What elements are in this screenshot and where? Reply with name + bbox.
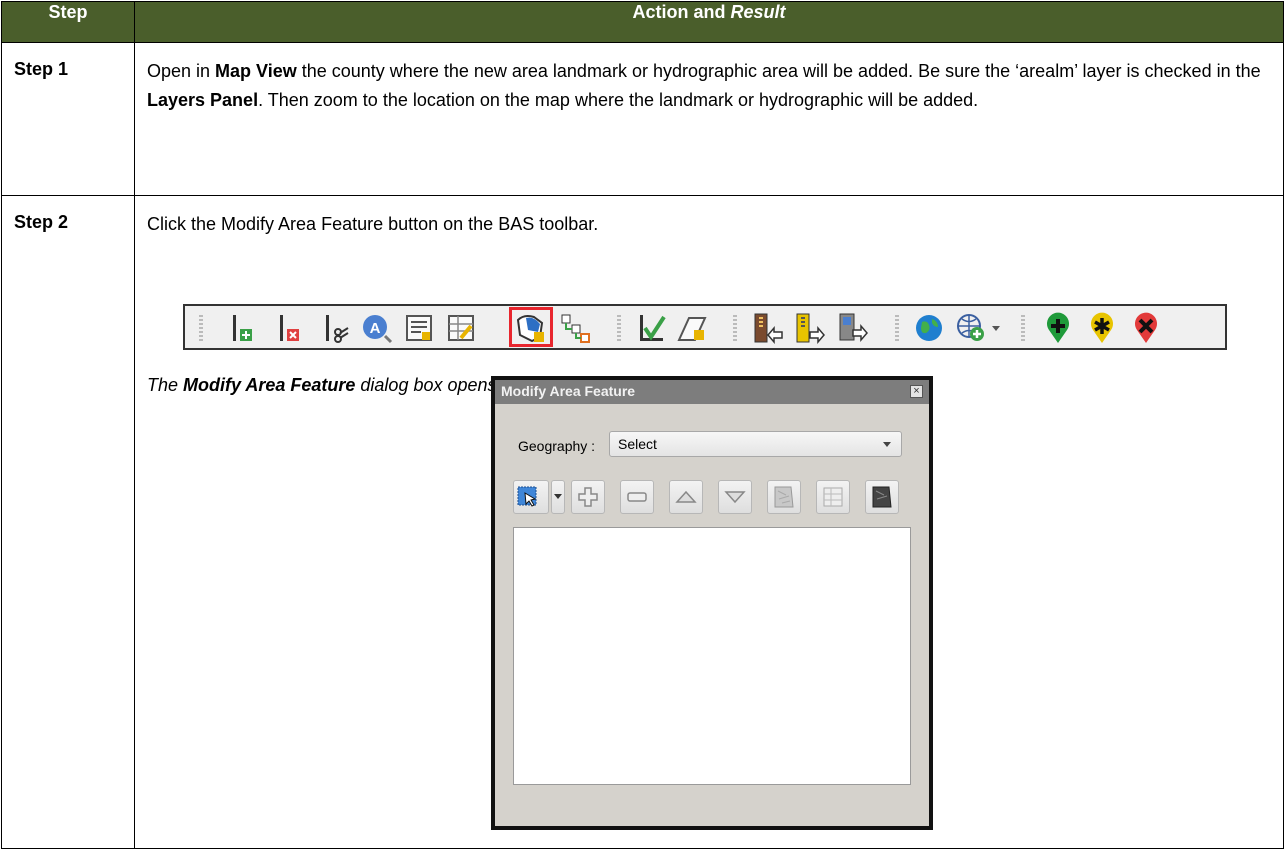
modify-area-feature-dialog: Modify Area Feature × Geography : Select <box>491 376 933 830</box>
select-tool-dropdown[interactable] <box>551 480 565 514</box>
move-up-icon <box>675 490 697 503</box>
table-view-button[interactable] <box>816 480 850 514</box>
add-web-layer-icon[interactable] <box>955 312 987 344</box>
map-view-icon <box>774 486 794 508</box>
toolbar-grip[interactable] <box>733 315 737 341</box>
add-icon <box>578 487 598 507</box>
add-line-icon[interactable] <box>225 312 257 344</box>
instruction-text: . Then zoom to the location on the map w… <box>258 90 979 110</box>
edit-table-icon[interactable] <box>445 312 477 344</box>
globe-icon[interactable] <box>913 312 945 344</box>
toolbar-grip[interactable] <box>617 315 621 341</box>
add-button[interactable] <box>571 480 605 514</box>
chevron-down-icon <box>883 442 891 447</box>
select-tool-icon <box>517 486 537 507</box>
split-line-icon[interactable] <box>318 312 350 344</box>
table-row: Step 1 Open in Map View the county where… <box>1 42 1284 196</box>
bas-toolbar: A <box>183 304 1227 350</box>
table-view-icon <box>823 487 843 507</box>
new-area-icon[interactable] <box>676 312 708 344</box>
topology-icon[interactable] <box>559 312 591 344</box>
action-column-header: Action and Result <box>134 1 1284 43</box>
instruction-text: the county where the new area landmark o… <box>296 61 1261 81</box>
export-icon[interactable] <box>752 312 784 344</box>
dark-map-button[interactable] <box>865 480 899 514</box>
import-icon[interactable] <box>794 312 826 344</box>
validate-icon[interactable] <box>635 312 667 344</box>
highlight-box <box>509 307 553 347</box>
map-export-icon[interactable] <box>837 312 869 344</box>
select-tool-button[interactable] <box>513 480 549 514</box>
add-point-marker-icon[interactable] <box>1042 312 1074 344</box>
map-view-button[interactable] <box>767 480 801 514</box>
move-down-button[interactable] <box>718 480 752 514</box>
dialog-titlebar[interactable]: Modify Area Feature × <box>495 380 929 404</box>
dark-map-icon <box>872 486 892 508</box>
dialog-title: Modify Area Feature <box>501 383 636 399</box>
star-marker-icon[interactable] <box>1086 312 1118 344</box>
move-up-button[interactable] <box>669 480 703 514</box>
step-column-header: Step <box>1 1 135 43</box>
label-search-icon[interactable]: A <box>361 312 393 344</box>
step-label: Step 2 <box>1 195 135 849</box>
chevron-down-icon <box>554 494 562 499</box>
ui-term: Map View <box>215 61 297 81</box>
feature-list[interactable] <box>513 527 911 785</box>
remove-icon <box>627 492 647 502</box>
ui-term: Layers Panel <box>147 90 259 110</box>
toolbar-grip[interactable] <box>199 315 203 341</box>
step-1-instruction: Open in Map View the county where the ne… <box>134 42 1284 196</box>
toolbar-grip[interactable] <box>1021 315 1025 341</box>
toolbar-grip[interactable] <box>895 315 899 341</box>
chevron-down-icon[interactable] <box>991 325 1001 333</box>
geography-label: Geography : <box>518 438 596 454</box>
result-note: The Modify Area Feature dialog box opens… <box>147 375 502 395</box>
move-down-icon <box>724 491 746 504</box>
delete-line-icon[interactable] <box>272 312 304 344</box>
table-header-row: Step Action and Result <box>1 1 1284 43</box>
delete-marker-icon[interactable] <box>1130 312 1162 344</box>
remove-button[interactable] <box>620 480 654 514</box>
instruction-text: Open in <box>147 61 216 81</box>
attribute-form-icon[interactable] <box>403 312 435 344</box>
step-label: Step 1 <box>1 42 135 196</box>
close-icon[interactable]: × <box>910 385 923 398</box>
geography-select[interactable]: Select <box>609 431 902 457</box>
svg-text:A: A <box>370 320 381 337</box>
